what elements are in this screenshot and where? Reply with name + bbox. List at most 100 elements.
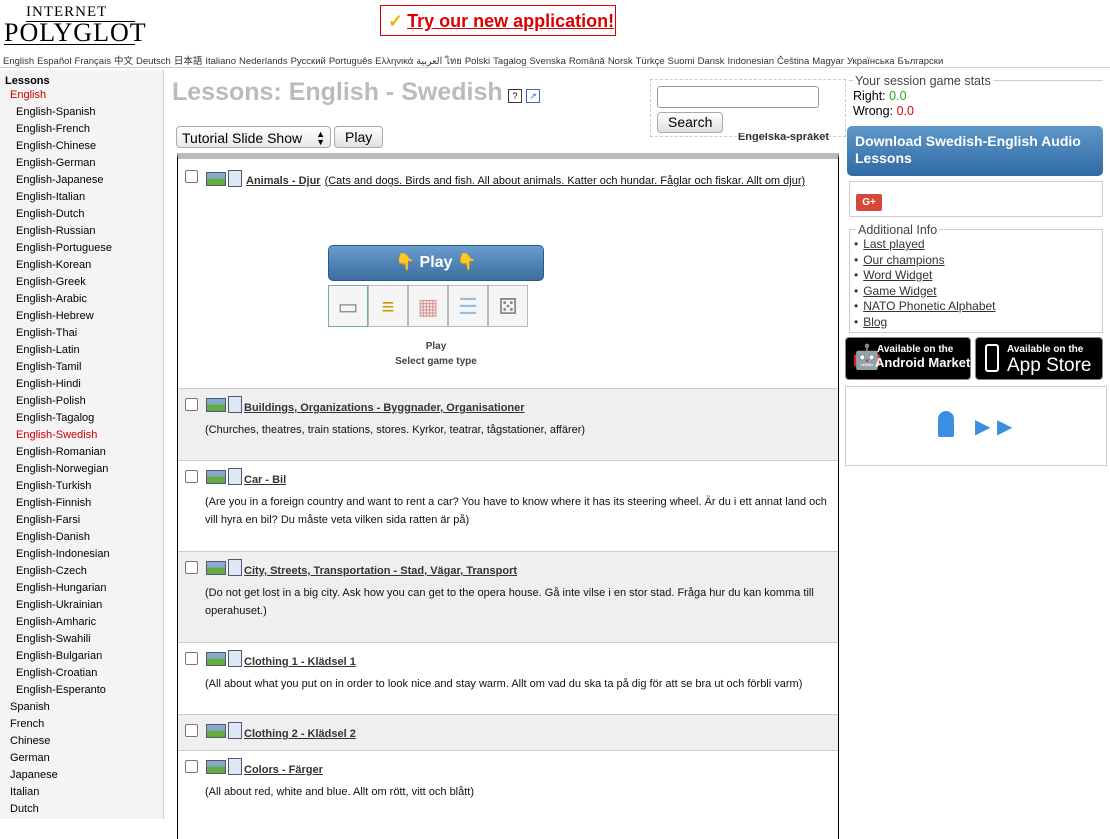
lesson-title[interactable]: Colors - Färger <box>244 764 323 776</box>
search-input[interactable] <box>657 86 819 108</box>
sidebar-item[interactable]: English-Chinese <box>0 138 163 155</box>
sidebar-item[interactable]: Chinese <box>0 733 163 750</box>
language-link[interactable]: Norsk <box>608 56 633 67</box>
sidebar-item[interactable]: English-Czech <box>0 563 163 580</box>
sidebar-item[interactable]: English-Polish <box>0 393 163 410</box>
sidebar-item[interactable]: English-Hindi <box>0 376 163 393</box>
sidebar-item[interactable]: English-Swahili <box>0 631 163 648</box>
lesson-checkbox[interactable] <box>185 724 198 737</box>
sidebar-item[interactable]: English-Bulgarian <box>0 648 163 665</box>
sidebar-item[interactable]: English-Italian <box>0 189 163 206</box>
lesson-title[interactable]: Clothing 2 - Klädsel 2 <box>244 728 356 740</box>
sidebar-item[interactable]: English-Tagalog <box>0 410 163 427</box>
sidebar-item[interactable]: English-Norwegian <box>0 461 163 478</box>
language-link[interactable]: Deutsch <box>136 56 171 67</box>
picture-icon[interactable] <box>206 652 226 666</box>
language-link[interactable]: English <box>3 56 34 67</box>
game-type-blocks-icon[interactable]: ▦ <box>408 285 448 327</box>
lesson-title-text[interactable]: Colors - Färger <box>244 764 323 776</box>
game-type-dice-icon[interactable]: ⚄ <box>488 285 528 327</box>
sidebar-item[interactable]: English-Ukrainian <box>0 597 163 614</box>
sidebar-item[interactable]: English-Finnish <box>0 495 163 512</box>
document-icon[interactable] <box>228 758 242 775</box>
language-link[interactable]: Čeština <box>777 56 809 67</box>
lesson-title-text[interactable]: Car - Bil <box>244 474 286 486</box>
game-type-list-icon[interactable]: ☰ <box>448 285 488 327</box>
language-link[interactable]: العربية <box>416 56 442 67</box>
language-link[interactable]: Dansk <box>698 56 725 67</box>
app-store-badge[interactable]: Available on the App Store <box>975 337 1103 380</box>
sidebar-item[interactable]: English-Esperanto <box>0 682 163 699</box>
language-link[interactable]: Español <box>37 56 71 67</box>
additional-info-link[interactable]: Game Widget <box>863 284 936 298</box>
game-type-picture-icon[interactable]: ▭ <box>328 285 368 327</box>
lesson-checkbox[interactable] <box>185 170 198 183</box>
lesson-title-text[interactable]: Animals - Djur <box>246 175 321 187</box>
sidebar-item[interactable]: English-Dutch <box>0 206 163 223</box>
sidebar-item[interactable]: English-Croatian <box>0 665 163 682</box>
language-link[interactable]: Română <box>569 56 605 67</box>
sidebar-item[interactable]: English-Latin <box>0 342 163 359</box>
game-type-slides-icon[interactable]: ≡ <box>368 285 408 327</box>
sidebar-item[interactable]: English-Amharic <box>0 614 163 631</box>
additional-info-link[interactable]: Last played <box>863 237 924 251</box>
language-link[interactable]: Português <box>329 56 372 67</box>
google-plus-icon[interactable]: G+ <box>856 194 882 211</box>
external-link-icon[interactable]: ↗ <box>526 89 540 103</box>
picture-icon[interactable] <box>206 172 226 186</box>
forward-icon[interactable]: ▶ <box>975 414 990 439</box>
language-link[interactable]: 日本語 <box>174 56 203 67</box>
language-link[interactable]: Svenska <box>529 56 565 67</box>
language-link[interactable]: Italiano <box>205 56 236 67</box>
document-icon[interactable] <box>228 722 242 739</box>
document-icon[interactable] <box>228 650 242 667</box>
sidebar-item[interactable]: French <box>0 716 163 733</box>
picture-icon[interactable] <box>206 724 226 738</box>
sidebar-item[interactable]: English-Tamil <box>0 359 163 376</box>
promo-link[interactable]: Try our new application! <box>407 11 614 31</box>
sidebar-item[interactable]: English-Farsi <box>0 512 163 529</box>
lesson-title[interactable]: City, Streets, Transportation - Stad, Vä… <box>244 565 517 577</box>
sidebar-item[interactable]: English-Thai <box>0 325 163 342</box>
sidebar-item[interactable]: German <box>0 750 163 767</box>
lesson-title[interactable]: Animals - Djur (Cats and dogs. Birds and … <box>246 175 805 187</box>
additional-info-item[interactable]: Game Widget <box>854 284 996 300</box>
sidebar-item[interactable]: English-Russian <box>0 223 163 240</box>
language-link[interactable]: Ελληνικά <box>375 56 413 67</box>
language-link[interactable]: Українська <box>847 56 895 67</box>
language-link[interactable]: Tagalog <box>493 56 526 67</box>
sidebar-item[interactable]: English-Hungarian <box>0 580 163 597</box>
lesson-checkbox[interactable] <box>185 760 198 773</box>
lesson-checkbox[interactable] <box>185 398 198 411</box>
language-link[interactable]: Indonesian <box>728 56 774 67</box>
lesson-checkbox[interactable] <box>185 470 198 483</box>
sidebar-item[interactable]: Dutch <box>0 801 163 818</box>
document-icon[interactable] <box>228 468 242 485</box>
lesson-title[interactable]: Car - Bil <box>244 474 286 486</box>
sidebar-item[interactable]: English-Romanian <box>0 444 163 461</box>
sidebar-item[interactable]: English-Portuguese <box>0 240 163 257</box>
language-link[interactable]: ไทย <box>445 56 462 67</box>
language-link[interactable]: Polski <box>465 56 490 67</box>
sidebar-item[interactable]: Spanish <box>0 699 163 716</box>
language-link[interactable]: Türkçe <box>636 56 665 67</box>
document-icon[interactable] <box>228 170 242 187</box>
language-link[interactable]: Български <box>898 56 944 67</box>
document-icon[interactable] <box>228 396 242 413</box>
additional-info-link[interactable]: Our champions <box>863 253 944 267</box>
promo-banner[interactable]: ✓ Try our new application! <box>380 5 616 36</box>
additional-info-link[interactable]: Blog <box>863 315 887 329</box>
sidebar-item[interactable]: Japanese <box>0 767 163 784</box>
additional-info-link[interactable]: NATO Phonetic Alphabet <box>863 299 995 313</box>
lesson-checkbox[interactable] <box>185 561 198 574</box>
additional-info-link[interactable]: Word Widget <box>863 268 932 282</box>
play-game-button[interactable]: 👇 Play 👇 <box>328 245 544 281</box>
additional-info-item[interactable]: NATO Phonetic Alphabet <box>854 299 995 315</box>
picture-icon[interactable] <box>206 398 226 412</box>
site-logo[interactable]: INTERNET POLYGLOT <box>4 4 146 47</box>
forward-alt-icon[interactable]: ▶ <box>997 414 1012 439</box>
additional-info-item[interactable]: Blog <box>854 315 996 331</box>
additional-info-item[interactable]: Word Widget <box>854 268 996 284</box>
language-link[interactable]: Nederlands <box>239 56 288 67</box>
sidebar-item[interactable]: English-Turkish <box>0 478 163 495</box>
